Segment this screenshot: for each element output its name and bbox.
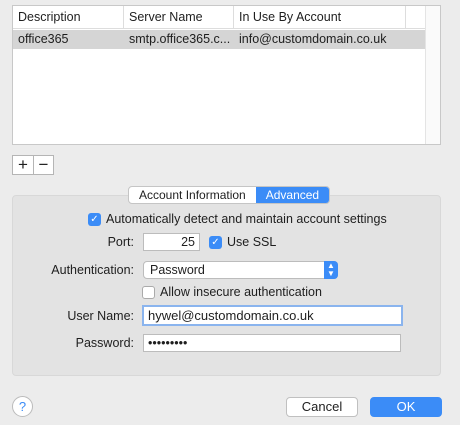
use-ssl-checkbox[interactable]: ✓ [209,235,222,249]
password-input[interactable]: ••••••••• [143,334,401,352]
authentication-select[interactable]: Password ▲ ▼ [143,261,338,279]
chevron-updown-icon: ▲ ▼ [324,261,338,279]
allow-insecure-option[interactable]: Allow insecure authentication [142,285,322,299]
column-header-in-use-by-account[interactable]: In Use By Account [234,6,406,28]
ok-button[interactable]: OK [370,397,442,417]
table-row[interactable]: office365 smtp.office365.c... info@custo… [13,30,426,49]
tab-advanced[interactable]: Advanced [255,187,330,203]
authentication-label: Authentication: [51,263,134,277]
authentication-value: Password [150,263,205,277]
column-header-server-name[interactable]: Server Name [124,6,234,28]
password-label: Password: [75,336,134,350]
use-ssl-label: Use SSL [227,235,277,249]
table-header: Description Server Name In Use By Accoun… [13,6,440,29]
add-server-button[interactable]: + [13,156,33,174]
allow-insecure-checkbox[interactable] [142,285,155,299]
tab-account-information[interactable]: Account Information [129,187,256,203]
use-ssl-option[interactable]: ✓ Use SSL [209,235,276,249]
remove-server-button[interactable]: − [33,156,53,174]
auto-detect-checkbox[interactable]: ✓ [88,212,101,226]
auto-detect-option[interactable]: ✓ Automatically detect and maintain acco… [88,212,387,226]
smtp-server-table: Description Server Name In Use By Accoun… [12,5,441,145]
cell-description: office365 [18,32,69,46]
cell-server-name: smtp.office365.c... [129,32,231,46]
add-remove-control: + − [12,155,54,175]
tab-bar: Account Information Advanced [128,186,331,204]
port-input[interactable]: 25 [143,233,200,251]
cell-account: info@customdomain.co.uk [239,32,387,46]
table-scrollbar[interactable] [425,6,440,144]
username-label: User Name: [67,309,134,323]
help-button[interactable]: ? [12,396,33,417]
column-header-description[interactable]: Description [13,6,124,28]
cancel-button[interactable]: Cancel [286,397,358,417]
port-label: Port: [107,235,134,249]
auto-detect-label: Automatically detect and maintain accoun… [106,212,387,226]
allow-insecure-label: Allow insecure authentication [160,285,322,299]
username-input[interactable]: hywel@customdomain.co.uk [142,305,403,326]
